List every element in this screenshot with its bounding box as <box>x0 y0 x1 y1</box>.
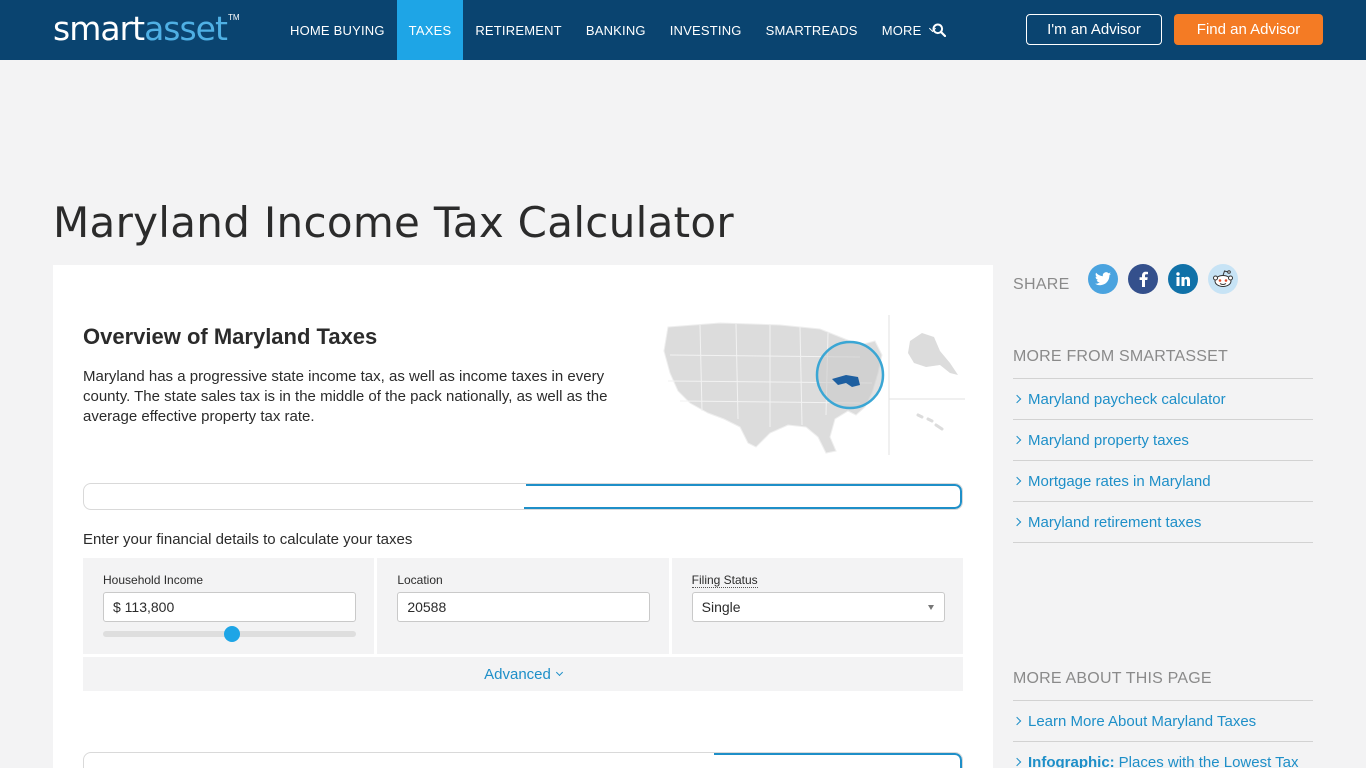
household-income-input[interactable]: $ 113,800 <box>103 592 356 622</box>
page-title: Maryland Income Tax Calculator <box>53 198 734 247</box>
twitter-icon[interactable] <box>1088 264 1118 294</box>
advanced-label: Advanced <box>484 665 551 683</box>
nav-item-investing[interactable]: INVESTING <box>658 0 754 60</box>
find-an-advisor-button[interactable]: Find an Advisor <box>1174 14 1323 45</box>
chevron-down-icon <box>555 668 563 676</box>
linkedin-icon[interactable] <box>1168 264 1198 294</box>
household-income-label: Household Income <box>103 573 204 587</box>
overview-heading: Overview of Maryland Taxes <box>83 324 378 349</box>
income-slider[interactable] <box>103 626 356 642</box>
more-from-smartasset-list: Maryland paycheck calculator Maryland pr… <box>1013 378 1313 543</box>
link-learn-more-maryland-taxes[interactable]: Learn More About Maryland Taxes <box>1013 701 1313 742</box>
im-an-advisor-button[interactable]: I'm an Advisor <box>1026 14 1162 45</box>
link-infographic-lowest-tax[interactable]: Infographic: Places with the Lowest Tax <box>1013 742 1313 768</box>
enter-details-prompt: Enter your financial details to calculat… <box>83 531 413 548</box>
results-tabs-bar <box>83 483 963 510</box>
results-panel-tab[interactable] <box>714 753 962 768</box>
infographic-label: Infographic: <box>1028 753 1115 768</box>
logo-smart-text: smart <box>53 9 145 48</box>
nav-item-banking[interactable]: BANKING <box>574 0 658 60</box>
advanced-toggle[interactable]: Advanced <box>83 657 963 691</box>
tab-left-segment[interactable] <box>84 484 526 509</box>
filing-status-select[interactable]: Single <box>691 592 945 622</box>
reddit-icon[interactable] <box>1208 264 1238 294</box>
nav-more-label: MORE <box>881 22 922 38</box>
top-navigation-bar: smart asset TM HOME BUYING TAXES RETIREMEN… <box>0 0 1366 60</box>
main-nav: HOME BUYING TAXES RETIREMENT BANKING INV… <box>278 0 947 60</box>
logo-trademark: TM <box>227 13 240 22</box>
tab-right-segment[interactable] <box>524 484 962 509</box>
results-panel-top <box>83 752 963 768</box>
nav-item-smartreads[interactable]: SMARTREADS <box>754 0 870 60</box>
nav-item-taxes[interactable]: TAXES <box>396 0 464 60</box>
link-maryland-paycheck-calculator[interactable]: Maryland paycheck calculator <box>1013 379 1313 420</box>
household-income-cell: Household Income $ 113,800 <box>83 558 375 654</box>
logo-asset-text: asset <box>144 9 228 48</box>
overview-text: Maryland has a progressive state income … <box>83 368 608 425</box>
nav-item-retirement[interactable]: RETIREMENT <box>463 0 574 60</box>
us-map-icon <box>663 315 965 455</box>
calculator-form: Household Income $ 113,800 Location 2058… <box>83 558 963 654</box>
facebook-icon[interactable] <box>1128 264 1158 294</box>
nav-item-home-buying[interactable]: HOME BUYING <box>278 0 397 60</box>
search-icon[interactable] <box>932 23 946 37</box>
smartasset-logo[interactable]: smart asset TM <box>53 10 240 50</box>
filing-status-value: Single <box>701 599 741 615</box>
link-maryland-property-taxes[interactable]: Maryland property taxes <box>1013 420 1313 461</box>
more-about-this-page-list: Learn More About Maryland Taxes Infograp… <box>1013 700 1313 768</box>
link-maryland-retirement-taxes[interactable]: Maryland retirement taxes <box>1013 502 1313 543</box>
more-from-smartasset-heading: MORE FROM SMARTASSET <box>1013 348 1228 365</box>
infographic-link-text: Places with the Lowest Tax <box>1118 753 1299 768</box>
share-icons <box>1088 264 1238 294</box>
filing-status-cell: Filing Status Single <box>671 558 963 654</box>
location-label: Location <box>397 573 443 587</box>
more-about-this-page-heading: MORE ABOUT THIS PAGE <box>1013 670 1212 687</box>
link-mortgage-rates-maryland[interactable]: Mortgage rates in Maryland <box>1013 461 1313 502</box>
filing-status-label[interactable]: Filing Status <box>691 573 758 588</box>
location-input[interactable]: 20588 <box>397 592 651 622</box>
share-label: SHARE <box>1013 276 1070 293</box>
dropdown-arrow-icon <box>927 605 934 610</box>
location-cell: Location 20588 <box>377 558 669 654</box>
income-slider-thumb[interactable] <box>224 626 241 642</box>
calculator-card: Overview of Maryland Taxes Maryland has … <box>53 265 993 768</box>
